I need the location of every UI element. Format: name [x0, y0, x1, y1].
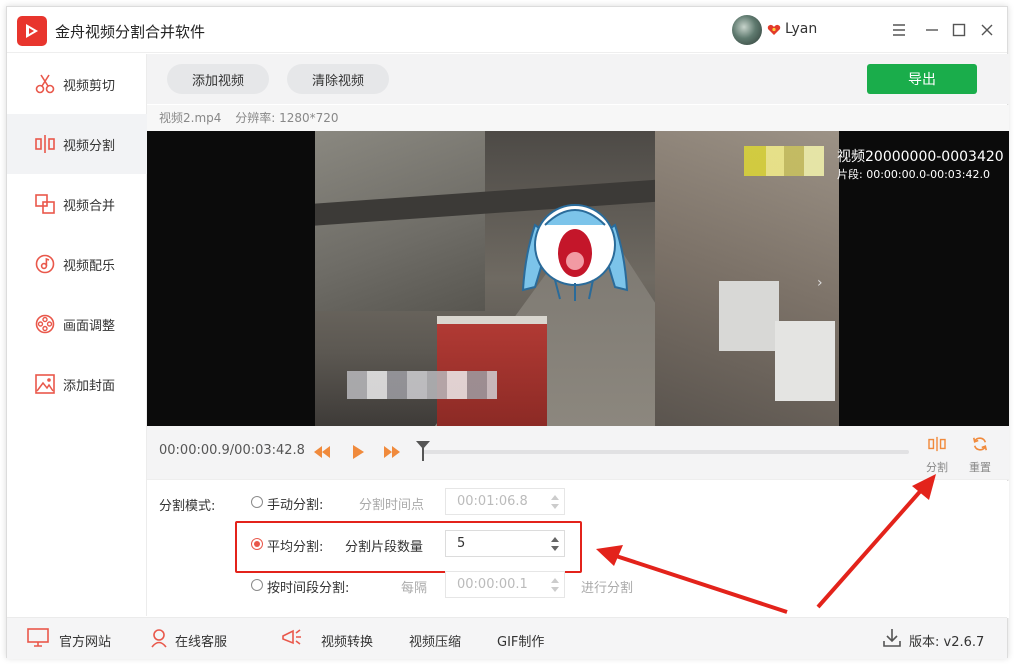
- monitor-icon: [27, 628, 49, 647]
- by-time-label: 按时间段分割:: [267, 581, 350, 596]
- clip-segment: 片段: 00:00:00.0-00:03:42.0: [837, 168, 990, 181]
- minimize-icon[interactable]: [922, 20, 942, 40]
- highlight-annotation-box: [235, 521, 582, 573]
- app-window: 金舟视频分割合并软件 Lyan 视频剪切 视频分割 视频合并 视频配乐 画面调整: [6, 6, 1009, 659]
- clip-name: 视频20000000-0003420: [837, 149, 1004, 165]
- reset-button[interactable]: 重置: [965, 436, 995, 476]
- download-icon: [883, 629, 901, 647]
- export-button[interactable]: 导出: [867, 64, 977, 94]
- radio-manual[interactable]: [251, 496, 263, 508]
- split-icon: [928, 436, 946, 452]
- close-icon[interactable]: [977, 20, 997, 40]
- by-time-field-label: 每隔: [401, 581, 428, 596]
- megaphone-icon: [282, 629, 301, 645]
- by-time-suffix: 进行分割: [581, 581, 634, 596]
- split-label: 分割: [926, 461, 948, 474]
- maximize-icon[interactable]: [949, 20, 969, 40]
- playhead-icon[interactable]: [415, 440, 431, 462]
- scissors-icon: [35, 74, 55, 94]
- stepper-arrows-icon[interactable]: [550, 576, 560, 594]
- play-icon[interactable]: [349, 443, 367, 461]
- sidebar-item-label: 视频配乐: [63, 259, 116, 274]
- vip-heart-icon: [767, 24, 781, 35]
- interval-value: 00:00:00.1: [457, 577, 528, 592]
- avatar[interactable]: [732, 15, 762, 45]
- add-video-button[interactable]: 添加视频: [167, 64, 269, 94]
- sidebar: 视频剪切 视频分割 视频合并 视频配乐 画面调整 添加封面: [7, 54, 147, 616]
- sidebar-item-split[interactable]: 视频分割: [7, 114, 147, 174]
- blurred-watermark: [347, 371, 497, 399]
- file-info-bar: 视频2.mp4 分辨率: 1280*720: [147, 105, 1009, 131]
- music-icon: [35, 254, 55, 274]
- clear-video-button[interactable]: 清除视频: [287, 64, 389, 94]
- split-settings: 分割模式: 手动分割: 分割时间点 00:01:06.8 平均分割: 分割片段数…: [147, 481, 1009, 618]
- footer-convert-link[interactable]: 视频转换: [321, 631, 373, 650]
- split-button[interactable]: 分割: [923, 436, 951, 476]
- toolbar: 添加视频 清除视频 导出: [147, 54, 1009, 104]
- footer-gif-link[interactable]: GIF制作: [497, 631, 544, 650]
- file-name: 视频2.mp4: [159, 111, 222, 125]
- image-icon: [35, 374, 55, 394]
- sidebar-item-cover[interactable]: 添加封面: [7, 354, 147, 414]
- headset-icon: [151, 629, 167, 648]
- user-name: Lyan: [785, 21, 818, 37]
- reset-label: 重置: [969, 461, 991, 474]
- chevron-right-icon[interactable]: ›: [817, 275, 823, 291]
- sidebar-item-label: 画面调整: [63, 319, 116, 334]
- footer-website-link[interactable]: 官方网站: [59, 631, 111, 650]
- manual-time-value: 00:01:06.8: [457, 494, 528, 509]
- menu-icon[interactable]: [889, 20, 909, 40]
- film-reel-icon: [35, 314, 55, 334]
- footer-support-link[interactable]: 在线客服: [175, 631, 227, 650]
- rewind-icon[interactable]: [313, 443, 331, 461]
- footer-bar: 官方网站 在线客服 视频转换 视频压缩 GIF制作 版本: v2.6.7: [7, 617, 1007, 659]
- footer-compress-link[interactable]: 视频压缩: [409, 631, 461, 650]
- manual-time-field[interactable]: 00:01:06.8: [445, 488, 565, 515]
- sidebar-item-music[interactable]: 视频配乐: [7, 234, 147, 294]
- sidebar-item-cut[interactable]: 视频剪切: [7, 54, 147, 114]
- manual-field-label: 分割时间点: [359, 498, 425, 513]
- sidebar-item-label: 视频分割: [63, 139, 116, 154]
- merge-icon: [35, 194, 55, 214]
- sidebar-item-merge[interactable]: 视频合并: [7, 174, 147, 234]
- sidebar-item-label: 视频合并: [63, 199, 116, 214]
- radio-by-time[interactable]: [251, 579, 263, 591]
- blurred-watermark: [744, 146, 824, 176]
- sidebar-item-label: 添加封面: [63, 379, 116, 394]
- sidebar-item-label: 视频剪切: [63, 79, 116, 94]
- file-resolution: 分辨率: 1280*720: [235, 111, 339, 125]
- crying-sticker-icon: [521, 204, 629, 301]
- split-mode-label: 分割模式:: [159, 499, 216, 514]
- stepper-arrows-icon[interactable]: [550, 493, 560, 511]
- interval-field[interactable]: 00:00:00.1: [445, 571, 565, 598]
- version-label: 版本: v2.6.7: [909, 635, 985, 650]
- refresh-icon: [972, 437, 988, 451]
- manual-label: 手动分割:: [267, 498, 324, 513]
- video-preview[interactable]: 视频20000000-0003420 片段: 00:00:00.0-00:03:…: [147, 131, 1009, 426]
- app-title: 金舟视频分割合并软件: [55, 23, 206, 41]
- title-bar: 金舟视频分割合并软件 Lyan: [7, 7, 1007, 53]
- split-icon: [35, 135, 55, 153]
- timeline-track[interactable]: [423, 450, 909, 454]
- app-logo-icon: [17, 16, 47, 46]
- sidebar-item-picture[interactable]: 画面调整: [7, 294, 147, 354]
- fast-forward-icon[interactable]: [383, 443, 401, 461]
- timeline-bar: 00:00:00.9/00:03:42.8 分割 重置: [147, 426, 1009, 480]
- timecode: 00:00:00.9/00:03:42.8: [159, 443, 305, 458]
